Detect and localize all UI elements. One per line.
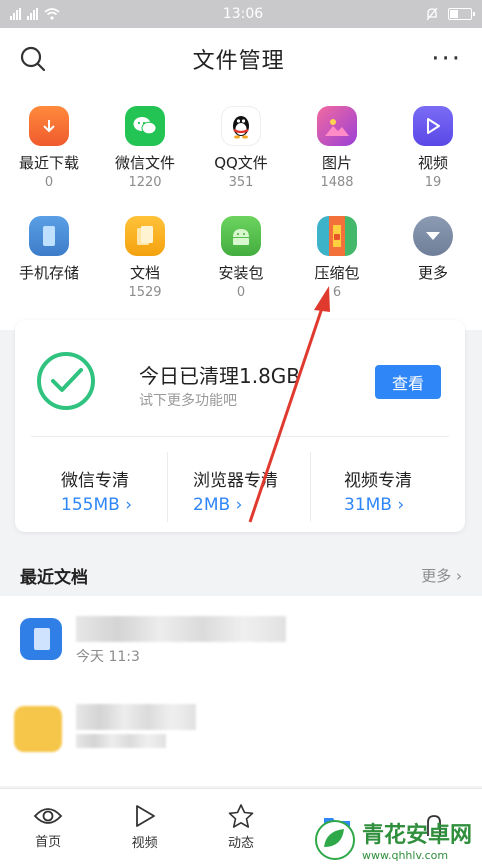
wechat-clean-item[interactable]: 微信专清 155MB ›	[61, 452, 206, 522]
star-icon	[228, 804, 254, 828]
signal-icon-2	[27, 8, 38, 20]
download-icon	[29, 106, 69, 146]
clean-item-size: 31MB ›	[344, 495, 405, 515]
battery-icon	[447, 8, 475, 20]
blurred-time	[76, 734, 166, 748]
wifi-icon	[44, 8, 60, 20]
wechat-icon	[125, 106, 165, 146]
category-label: 微信文件	[114, 154, 175, 172]
category-count: 19	[424, 175, 442, 190]
list-item[interactable]	[0, 700, 482, 790]
qq-icon	[221, 106, 261, 146]
recent-docs-header: 最近文档 更多 ›	[0, 548, 482, 602]
divider	[167, 452, 168, 522]
blurred-filename	[76, 704, 196, 730]
category-recent-downloads[interactable]: 最近下载 0	[1, 98, 97, 208]
category-qq-files[interactable]: QQ文件 351	[193, 98, 289, 208]
chevron-right-icon: ›	[397, 495, 405, 515]
signal-icon	[10, 8, 21, 20]
view-button[interactable]: 查看	[375, 365, 441, 399]
category-count: 6	[332, 285, 342, 300]
status-time: 13:06	[222, 6, 264, 22]
category-more[interactable]: 更多	[385, 208, 481, 318]
category-count: 1488	[320, 175, 354, 190]
chevron-right-icon: ›	[125, 495, 132, 515]
category-label: 压缩包	[314, 264, 360, 282]
category-videos[interactable]: 视频 19	[385, 98, 481, 208]
browser-clean-item[interactable]: 浏览器专清 2MB ›	[193, 452, 338, 522]
category-count: 0	[236, 285, 246, 300]
signal-indicators	[10, 8, 60, 20]
cleanup-card: 今日已清理1.8GB 试下更多功能吧 查看 微信专清 155MB › 浏览器专清…	[15, 320, 465, 532]
divider	[31, 436, 449, 437]
chevron-right-icon: ›	[456, 566, 462, 585]
android-icon	[221, 216, 261, 256]
category-label: 图片	[321, 154, 352, 172]
category-phone-storage[interactable]: 手机存储	[1, 208, 97, 318]
chevron-down-icon	[413, 216, 453, 256]
category-label: 更多	[417, 264, 448, 282]
nav-video[interactable]: 视频	[97, 804, 193, 851]
clean-item-size: 155MB ›	[61, 495, 132, 515]
clean-item-name: 浏览器专清	[193, 471, 278, 491]
chevron-right-icon: ›	[235, 495, 243, 515]
category-label: 视频	[417, 154, 448, 172]
cleanup-subtitle: 试下更多功能吧	[139, 393, 237, 409]
nav-home[interactable]: 首页	[0, 805, 96, 850]
clean-item-name: 微信专清	[61, 471, 129, 491]
cleanup-title: 今日已清理1.8GB	[139, 364, 301, 388]
clean-item-name: 视频专清	[344, 471, 412, 491]
video-play-icon	[413, 106, 453, 146]
folder-file-icon	[14, 706, 62, 752]
more-menu-icon[interactable]: ···	[431, 46, 462, 72]
play-icon	[135, 805, 155, 827]
search-icon[interactable]	[20, 46, 46, 72]
blurred-filename	[76, 616, 286, 642]
watermark-leaf-icon	[314, 819, 355, 860]
category-label: 最近下载	[18, 154, 79, 172]
doc-file-icon	[20, 618, 62, 660]
recent-docs-list: 今天 11:3	[0, 596, 482, 786]
clean-item-size: 2MB ›	[193, 495, 243, 515]
divider	[310, 452, 311, 522]
mute-bell-icon	[426, 7, 438, 21]
recent-more-link[interactable]: 更多 ›	[421, 565, 462, 586]
category-label: 手机存储	[18, 264, 79, 282]
category-install-packages[interactable]: 安装包 0	[193, 208, 289, 318]
watermark-name: 青花安卓网	[361, 823, 472, 848]
category-images[interactable]: 图片 1488	[289, 98, 385, 208]
category-count: 1529	[128, 285, 162, 300]
nav-label: 视频	[131, 836, 158, 851]
category-grid: 最近下载 0 微信文件 1220 QQ文件 351 图片 1488 视频 19 …	[0, 90, 482, 330]
list-item[interactable]: 今天 11:3	[0, 610, 482, 700]
category-count: 0	[44, 175, 54, 190]
checkmark-icon	[37, 352, 95, 410]
nav-label: 首页	[35, 835, 62, 850]
section-title: 最近文档	[20, 567, 88, 588]
video-clean-item[interactable]: 视频专清 31MB ›	[344, 452, 482, 522]
category-archives[interactable]: 压缩包 6	[289, 208, 385, 318]
archive-icon	[317, 216, 357, 256]
watermark-url: www.qhhlv.com	[361, 849, 449, 862]
status-bar: 13:06	[0, 0, 482, 28]
nav-feed[interactable]: 动态	[193, 804, 289, 851]
app-header: 文件管理 ···	[0, 28, 482, 90]
category-label: 文档	[129, 264, 160, 282]
category-wechat-files[interactable]: 微信文件 1220	[97, 98, 193, 208]
document-icon	[125, 216, 165, 256]
eye-home-icon	[33, 808, 63, 824]
image-icon	[317, 106, 357, 146]
category-label: QQ文件	[214, 154, 268, 172]
doc-time: 今天 11:3	[76, 649, 140, 665]
category-count: 1220	[128, 175, 162, 190]
page-title: 文件管理	[192, 49, 285, 74]
watermark-logo: 青花安卓网 www.qhhlv.com	[314, 817, 472, 862]
phone-storage-icon	[29, 216, 69, 256]
category-label: 安装包	[218, 264, 264, 282]
category-count: 351	[228, 175, 254, 190]
category-documents[interactable]: 文档 1529	[97, 208, 193, 318]
nav-label: 动态	[227, 836, 254, 851]
